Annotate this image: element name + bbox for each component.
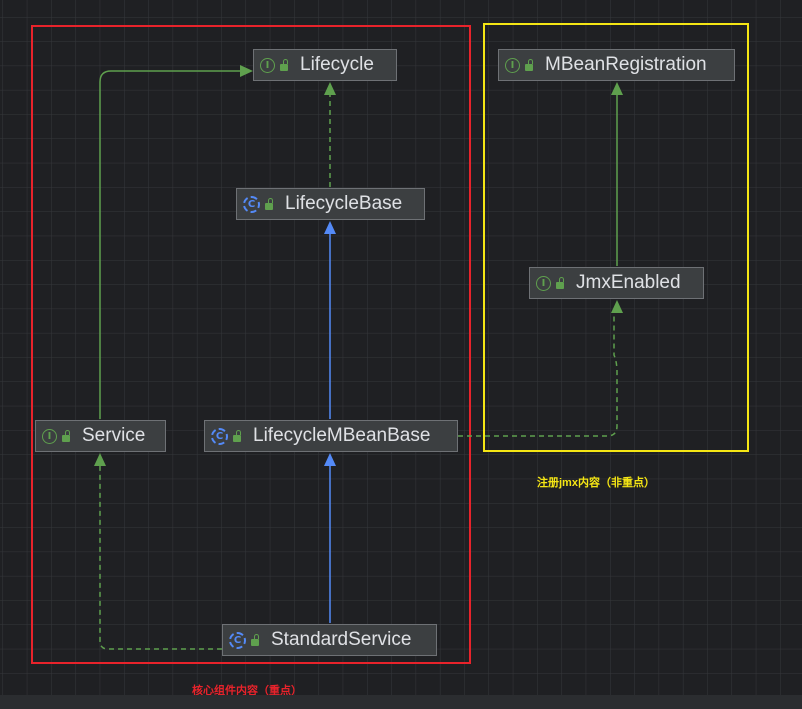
interface-icon: I [505,57,520,73]
node-service[interactable]: I Service [35,420,166,452]
node-lifecycle[interactable]: I Lifecycle [253,49,397,81]
interface-icon: I [260,57,275,73]
node-label: MBeanRegistration [545,54,707,75]
diagram-canvas [0,0,802,709]
interface-icon: I [42,428,57,444]
lock-open-icon [233,429,241,442]
bottom-bar [0,695,802,709]
node-label: LifecycleMBeanBase [253,425,431,446]
lock-open-icon [556,276,564,289]
node-label: JmxEnabled [576,272,681,293]
grid [0,0,802,709]
jmx-group-caption: 注册jmx内容（非重点） [537,477,655,489]
class-icon: C [243,195,260,213]
lock-open-icon [525,58,533,71]
node-jmxenabled[interactable]: I JmxEnabled [529,267,704,299]
node-label: StandardService [271,629,412,650]
node-lifecyclebase[interactable]: C LifecycleBase [236,188,425,220]
node-lifecyclembeanbase[interactable]: C LifecycleMBeanBase [204,420,458,452]
node-mbeanregistration[interactable]: I MBeanRegistration [498,49,735,81]
lock-open-icon [265,197,273,210]
lock-open-icon [280,58,288,71]
class-icon: C [211,427,228,445]
lock-open-icon [62,429,70,442]
node-standardservice[interactable]: C StandardService [222,624,437,656]
class-icon: C [229,631,246,649]
node-label: Service [82,425,146,446]
interface-icon: I [536,275,551,291]
node-label: LifecycleBase [285,193,403,214]
node-label: Lifecycle [300,54,374,75]
lock-open-icon [251,633,259,646]
